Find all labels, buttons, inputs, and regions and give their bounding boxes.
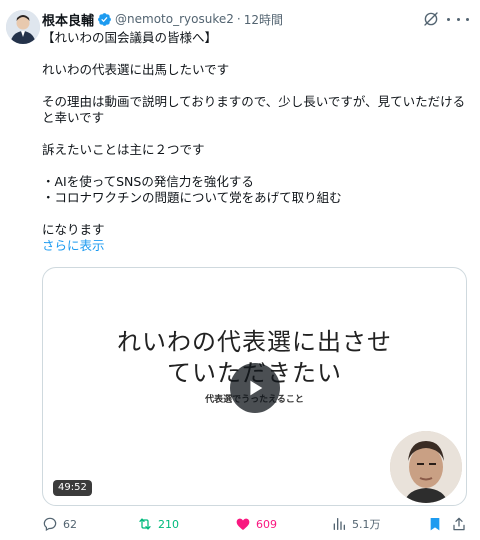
heart-icon	[236, 518, 250, 530]
author-name[interactable]: 根本良輔	[42, 10, 94, 29]
retweet-icon	[139, 518, 151, 530]
bookmark-icon	[430, 518, 440, 531]
views-chart-icon	[333, 518, 345, 530]
share-icon	[453, 517, 465, 531]
play-button[interactable]	[230, 363, 280, 413]
tweet-line: ・コロナワクチンの問題について党をあげて取り組む	[42, 190, 342, 205]
reply-count: 62	[63, 517, 77, 531]
like-button[interactable]: 609	[235, 513, 277, 535]
reply-icon	[43, 517, 57, 532]
bookmark-button[interactable]	[427, 513, 443, 535]
tweet-line: ・AIを使ってSNSの発信力を強化する	[42, 174, 254, 189]
author-handle[interactable]: @nemoto_ryosuke2	[115, 12, 234, 26]
grok-icon[interactable]	[422, 10, 440, 28]
presenter-thumbnail	[390, 431, 462, 503]
author-avatar[interactable]	[6, 10, 40, 44]
tweet-line: その理由は動画で説明しておりますので、少し長いですが、見ていただける	[42, 94, 466, 109]
tweet-line: れいわの代表選に出馬したいです	[42, 62, 230, 77]
presenter-image	[390, 431, 462, 503]
share-button[interactable]	[451, 513, 467, 535]
more-options-icon[interactable]	[446, 10, 470, 28]
play-icon	[250, 380, 263, 396]
views-count: 5.1万	[352, 518, 381, 531]
retweet-count: 210	[158, 517, 179, 531]
tweet-text: 【れいわの国会議員の皆様へ】 れいわの代表選に出馬したいです その理由は動画で説…	[42, 30, 472, 254]
tweet-line: 【れいわの国会議員の皆様へ】	[42, 30, 218, 45]
post-time[interactable]: 12時間	[244, 11, 283, 28]
video-title-line: れいわの代表選に出させ	[117, 328, 392, 356]
tweet-line: になります	[42, 222, 105, 237]
views-button[interactable]: 5.1万	[331, 513, 381, 535]
like-count: 609	[256, 517, 277, 531]
tweet-line: と幸いです	[42, 110, 105, 125]
video-card[interactable]: れいわの代表選に出させ ていただきたい 代表選でうったえること 49:52	[42, 267, 467, 506]
action-bar: 62 210 609 5.1万	[42, 513, 472, 535]
header-separator: ·	[236, 12, 241, 26]
avatar-image	[6, 10, 40, 44]
show-more-link[interactable]: さらに表示	[42, 238, 105, 253]
tweet-header: 根本良輔 @nemoto_ryosuke2 · 12時間	[42, 8, 283, 30]
retweet-button[interactable]: 210	[137, 513, 179, 535]
reply-button[interactable]: 62	[42, 513, 77, 535]
video-duration: 49:52	[53, 480, 92, 496]
verified-badge-icon	[98, 12, 111, 26]
tweet-line: 訴えたいことは主に２つです	[42, 142, 205, 157]
